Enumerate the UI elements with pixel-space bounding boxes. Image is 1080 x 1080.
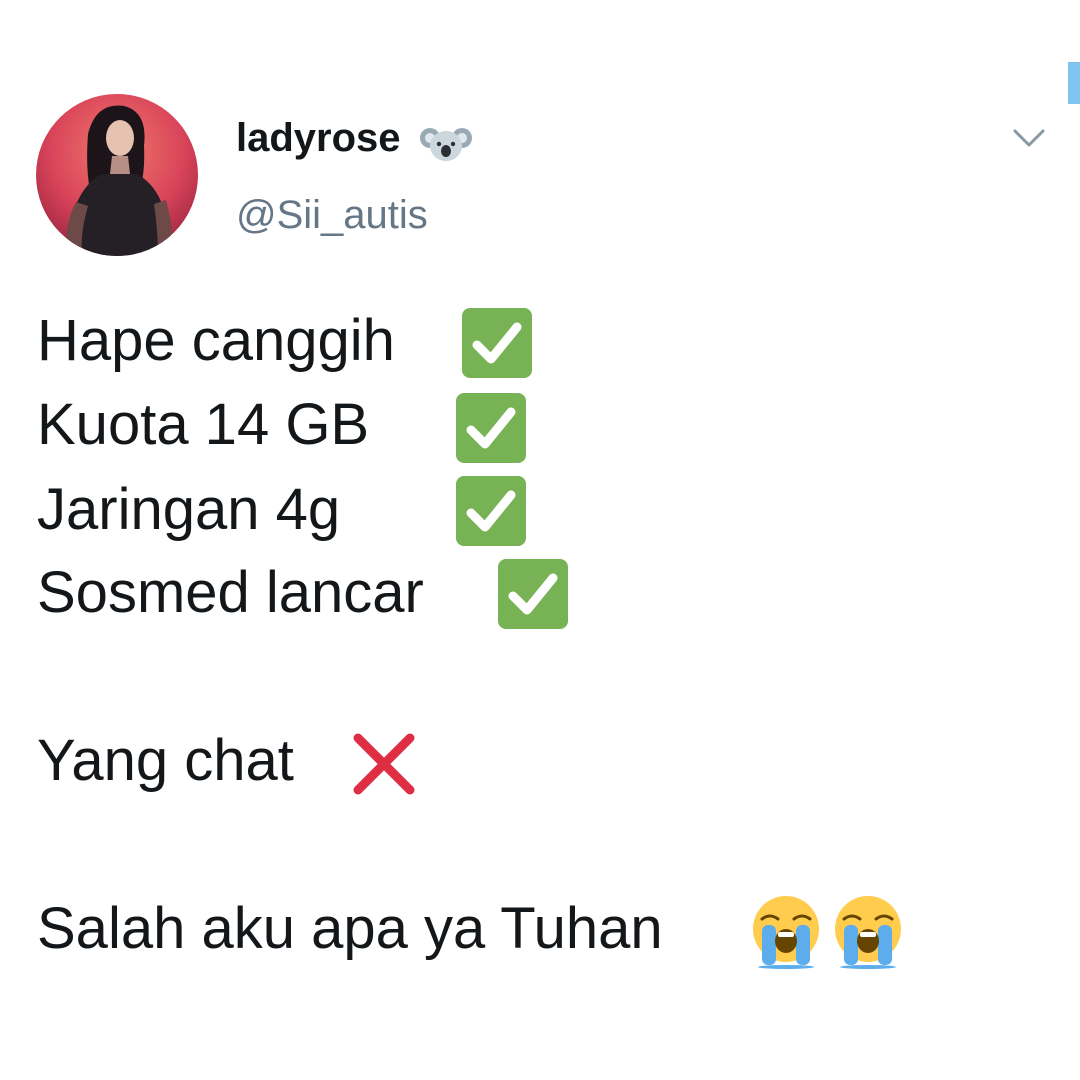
- tweet-line-5: Yang chat: [37, 728, 294, 793]
- tweet-line-1: Hape canggih: [37, 308, 395, 373]
- display-name[interactable]: ladyrose: [236, 116, 401, 161]
- koala-icon: [420, 128, 472, 161]
- tweet-screenshot: ladyrose @Sii_autis Hape canggih Kuota 1…: [0, 0, 1080, 1080]
- chevron-down-icon[interactable]: [1012, 126, 1046, 150]
- tweet-line-3: Jaringan 4g: [37, 477, 341, 542]
- loudly-crying-face-icon: [753, 896, 819, 969]
- tweet-line-6: Salah aku apa ya Tuhan: [37, 896, 663, 961]
- scrollbar-thumb[interactable]: [1068, 62, 1080, 104]
- avatar-image: [36, 94, 198, 256]
- check-mark-button-icon: [498, 559, 568, 629]
- user-handle[interactable]: @Sii_autis: [236, 193, 428, 238]
- tweet-line-4: Sosmed lancar: [37, 560, 424, 625]
- cross-mark-icon: [353, 733, 415, 795]
- avatar[interactable]: [36, 94, 198, 256]
- tweet-line-2: Kuota 14 GB: [37, 392, 370, 457]
- check-mark-button-icon: [456, 476, 526, 546]
- check-mark-button-icon: [462, 308, 532, 378]
- check-mark-button-icon: [456, 393, 526, 463]
- loudly-crying-face-icon: [835, 896, 901, 969]
